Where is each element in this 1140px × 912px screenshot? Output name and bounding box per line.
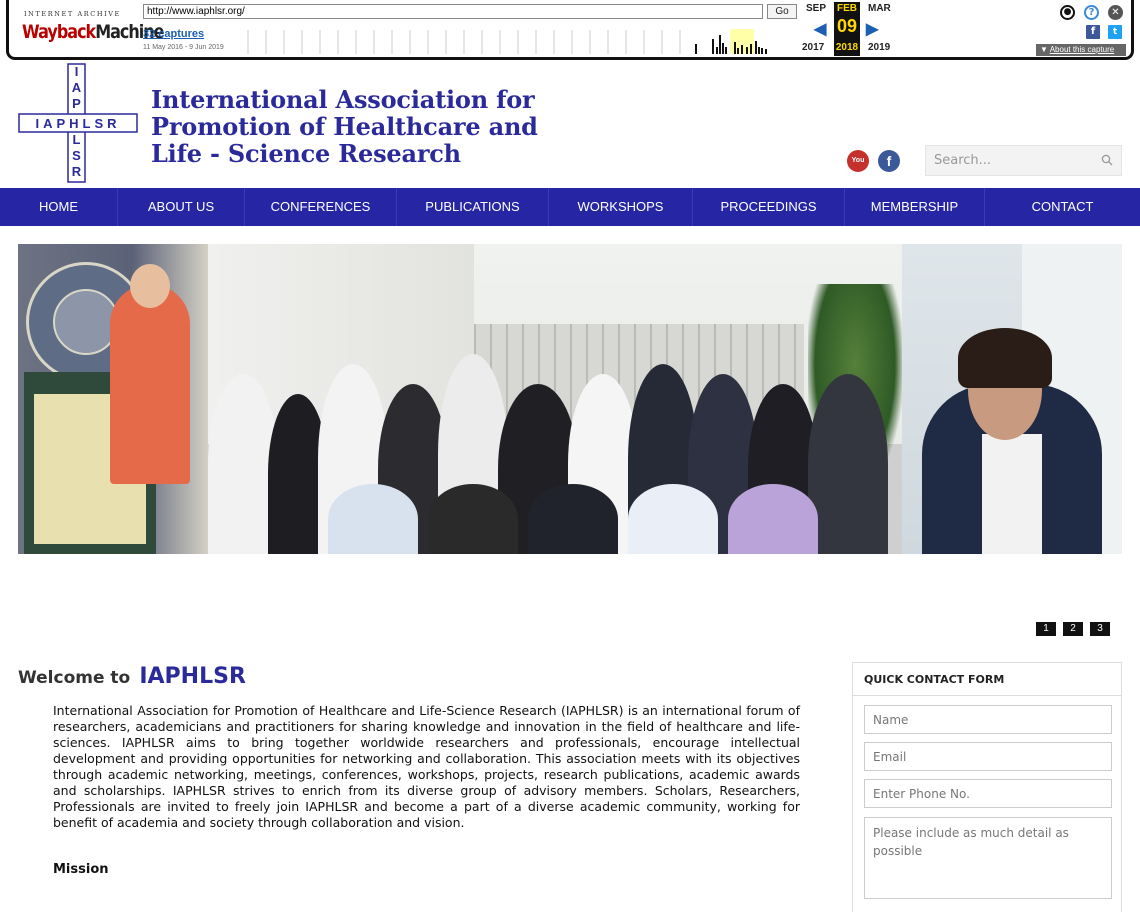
wayback-url-input[interactable] — [143, 4, 763, 19]
slider-page-2[interactable]: 2 — [1063, 622, 1083, 636]
captures-link[interactable]: 32 captures — [143, 28, 204, 40]
svg-text:S: S — [72, 148, 81, 163]
svg-text:I: I — [75, 64, 79, 79]
quick-contact-title: QUICK CONTACT FORM — [853, 663, 1121, 696]
slider-page-3[interactable]: 3 — [1090, 622, 1110, 636]
nav-about-us[interactable]: ABOUT US — [118, 188, 245, 226]
capture-range: 11 May 2016 - 9 Jun 2019 — [143, 44, 224, 51]
wayback-go-button[interactable]: Go — [767, 4, 797, 19]
wayback-toolbar: INTERNET ARCHIVE WaybackMachine Go 32 ca… — [0, 0, 1140, 61]
site-title-line: International Association for — [151, 85, 535, 114]
nav-conferences[interactable]: CONFERENCES — [245, 188, 397, 226]
nav-contact[interactable]: CONTACT — [985, 188, 1140, 226]
slider-page-1[interactable]: 1 — [1036, 622, 1056, 636]
twitter-icon[interactable]: t — [1108, 25, 1122, 39]
site-logo[interactable]: IAP LSR IAPHLSR — [18, 63, 138, 183]
welcome-prefix: Welcome to — [18, 668, 131, 688]
archive-label: INTERNET ARCHIVE — [24, 10, 121, 18]
nav-workshops[interactable]: WORKSHOPS — [549, 188, 693, 226]
prev-month[interactable]: SEP — [806, 3, 826, 14]
current-day: 09 — [836, 16, 858, 36]
next-month[interactable]: MAR — [868, 3, 891, 14]
quick-contact-form: QUICK CONTACT FORM — [852, 662, 1122, 912]
search-icon[interactable] — [1101, 154, 1113, 166]
close-icon[interactable]: ✕ — [1108, 5, 1123, 20]
about-capture-link[interactable]: ▼ About this capture — [1036, 44, 1126, 56]
site-title-line: Life - Science Research — [151, 139, 461, 168]
message-field[interactable] — [864, 817, 1112, 899]
site-title[interactable]: International Association for Promotion … — [151, 86, 538, 167]
search-input[interactable] — [926, 146, 1091, 175]
svg-text:P: P — [72, 96, 81, 111]
current-capture: FEB 09 2018 — [834, 2, 860, 56]
welcome-name: IAPHLSR — [139, 664, 246, 689]
search-box — [925, 145, 1122, 176]
intro-paragraph: International Association for Promotion … — [53, 703, 800, 830]
prev-capture-icon[interactable]: ◀ — [814, 19, 826, 39]
nav-membership[interactable]: MEMBERSHIP — [845, 188, 985, 226]
mission-heading: Mission — [53, 862, 109, 877]
nav-publications[interactable]: PUBLICATIONS — [397, 188, 549, 226]
capture-histogram[interactable] — [240, 27, 796, 54]
welcome-heading: Welcome to IAPHLSR — [18, 664, 246, 689]
wayback-logo[interactable]: INTERNET ARCHIVE WaybackMachine — [22, 8, 165, 44]
next-capture-icon[interactable]: ▶ — [866, 19, 878, 39]
site-title-line: Promotion of Healthcare and — [151, 112, 538, 141]
email-field[interactable] — [864, 742, 1112, 771]
prev-year[interactable]: 2017 — [802, 42, 824, 53]
next-year[interactable]: 2019 — [868, 42, 890, 53]
nav-home[interactable]: HOME — [0, 188, 118, 226]
banner-right-panel — [902, 244, 1122, 554]
account-icon[interactable]: ● — [1060, 5, 1075, 20]
svg-text:L: L — [73, 132, 81, 147]
group-photo — [198, 334, 898, 554]
capture-calendar: SEP 2017 ◀ FEB 09 2018 ▶ MAR 2019 — [800, 2, 910, 56]
svg-text:A: A — [72, 80, 82, 95]
current-month: FEB — [837, 3, 857, 14]
svg-text:R: R — [72, 164, 82, 179]
facebook-icon[interactable]: f — [1086, 25, 1100, 39]
main-nav: HOME ABOUT US CONFERENCES PUBLICATIONS W… — [0, 188, 1140, 226]
current-year: 2018 — [835, 42, 859, 53]
facebook-icon[interactable]: f — [878, 150, 900, 172]
phone-field[interactable] — [864, 779, 1112, 808]
svg-text:IAPHLSR: IAPHLSR — [35, 116, 120, 131]
help-icon[interactable]: ? — [1084, 5, 1099, 20]
wayback-actions: ● ? ✕ f t ▼ About this capture — [1036, 2, 1126, 58]
hero-slider-image[interactable] — [18, 244, 1122, 554]
name-field[interactable] — [864, 705, 1112, 734]
nav-proceedings[interactable]: PROCEEDINGS — [693, 188, 845, 226]
youtube-icon[interactable]: You — [847, 150, 869, 172]
